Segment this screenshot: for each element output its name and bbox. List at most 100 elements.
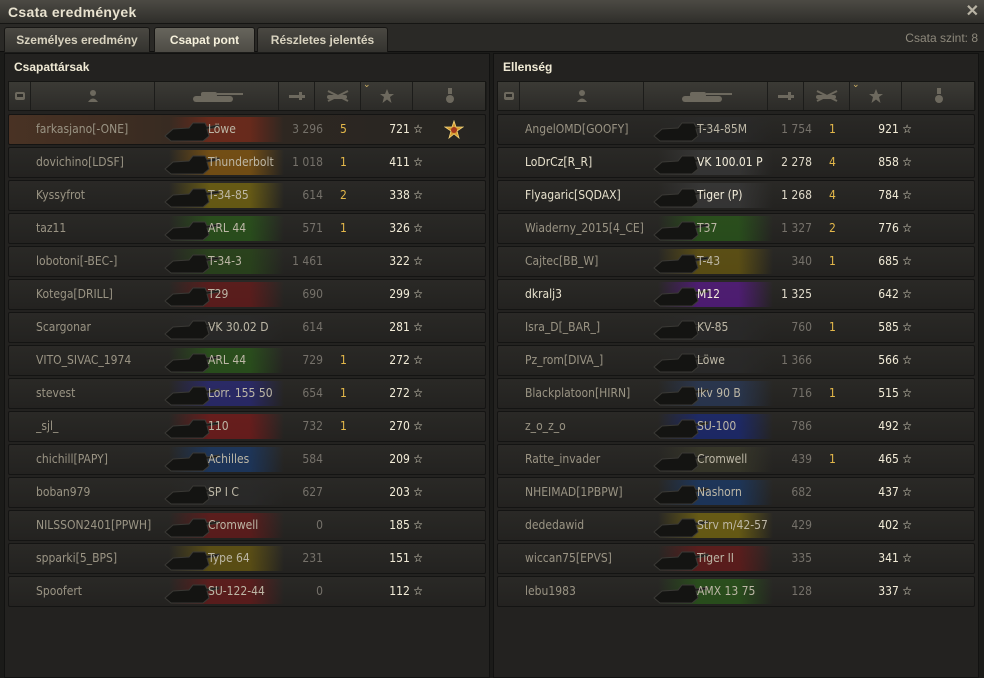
player-row[interactable]: Kotega[DRILL] T29 690 299 ☆	[8, 279, 486, 310]
kills-value	[829, 511, 843, 540]
player-name: farkasjano[-ONE]	[36, 122, 129, 136]
experience-value: 185 ☆	[389, 518, 423, 532]
header-tank[interactable]	[155, 82, 279, 110]
damage-value: 1 018	[292, 155, 323, 169]
player-row[interactable]: NHEIMAD[1PBPW] Nashorn 682 437 ☆	[497, 477, 975, 508]
experience-value: 203 ☆	[389, 485, 423, 499]
medal-icon[interactable]	[443, 119, 465, 140]
kills-value	[829, 577, 843, 606]
player-row[interactable]: NILSSON2401[PPWH] Cromwell 0 185 ☆	[8, 510, 486, 541]
header-kills[interactable]: ⌄	[315, 79, 371, 110]
squad-icon	[14, 90, 26, 102]
experience-value: 492 ☆	[878, 419, 912, 433]
damage-value: 627	[302, 485, 323, 499]
tab-detailed-report[interactable]: Részletes jelentés	[257, 27, 388, 52]
experience-value: 411 ☆	[389, 155, 423, 169]
header-damage[interactable]	[768, 82, 804, 110]
tank-name: Löwe	[208, 122, 236, 136]
player-row[interactable]: Spoofert SU-122-44 0 112 ☆	[8, 576, 486, 607]
tab-team-score[interactable]: Csapat pont	[154, 27, 255, 52]
kills-value: 1	[340, 353, 347, 367]
player-row[interactable]: taz11 ARL 44 571 1 326 ☆	[8, 213, 486, 244]
tank-name: KV-85	[697, 320, 729, 334]
player-row[interactable]: farkasjano[-ONE] Löwe 3 296 5 721 ☆	[8, 114, 486, 145]
player-row[interactable]: Scargonar VK 30.02 D 614 281 ☆	[8, 312, 486, 343]
tank-name: Thunderbolt	[208, 155, 274, 169]
player-row[interactable]: lebu1983 AMX 13 75 128 337 ☆	[497, 576, 975, 607]
kills-icon	[325, 90, 351, 102]
header-experience-star[interactable]	[850, 82, 902, 110]
player-name: dovichino[LDSF]	[36, 155, 124, 169]
experience-value: 776 ☆	[878, 221, 912, 235]
experience-star-icon	[868, 88, 884, 104]
experience-value: 151 ☆	[389, 551, 423, 565]
kills-value	[829, 412, 843, 441]
damage-value: 584	[302, 452, 323, 466]
player-row[interactable]: AngelOMD[GOOFY] T-34-85M 1 754 1 921 ☆	[497, 114, 975, 145]
player-row[interactable]: chichill[PAPY] Achilles 584 209 ☆	[8, 444, 486, 475]
damage-value: 654	[302, 386, 323, 400]
damage-value: 682	[791, 485, 812, 499]
kills-value	[340, 577, 354, 606]
player-row[interactable]: spparki[5_BPS] Type 64 231 151 ☆	[8, 543, 486, 574]
damage-value: 571	[302, 221, 323, 235]
close-icon[interactable]: ✕	[966, 1, 979, 21]
window-title: Csata eredmények	[8, 4, 137, 20]
player-row[interactable]: stevest Lorr. 155 50 654 1 272 ☆	[8, 378, 486, 409]
player-row[interactable]: boban979 SP I C 627 203 ☆	[8, 477, 486, 508]
header-kills[interactable]: ⌄	[804, 79, 860, 110]
player-row[interactable]: VITO_SIVAC_1974 ARL 44 729 1 272 ☆	[8, 345, 486, 376]
player-row[interactable]: Isra_D[_BAR_] KV-85 760 1 585 ☆	[497, 312, 975, 343]
player-row[interactable]: Pz_rom[DIVA_] Löwe 1 366 566 ☆	[497, 345, 975, 376]
tab-personal-results[interactable]: Személyes eredmény	[4, 27, 150, 52]
header-squad[interactable]	[9, 82, 31, 110]
tank-name: Cromwell	[208, 518, 259, 532]
player-row[interactable]: Wiaderny_2015[4_CE] T37 1 327 2 776 ☆	[497, 213, 975, 244]
damage-icon	[776, 90, 796, 102]
header-squad[interactable]	[498, 82, 520, 110]
player-row[interactable]: Ratte_invader Cromwell 439 1 465 ☆	[497, 444, 975, 475]
player-row[interactable]: dovichino[LDSF] Thunderbolt 1 018 1 411 ☆	[8, 147, 486, 178]
player-name: Blackplatoon[HIRN]	[525, 386, 631, 400]
player-row[interactable]: Cajtec[BB_W] T-43 340 1 685 ☆	[497, 246, 975, 277]
tank-name: T-43	[697, 254, 721, 268]
player-name: Wiaderny_2015[4_CE]	[525, 221, 644, 235]
player-name: Pz_rom[DIVA_]	[525, 353, 604, 367]
enemies-panel: Ellenség ⌄ AngelOMD[GOOFY] T-34-85M 1 754 1 9…	[493, 53, 979, 678]
tank-name: Lorr. 155 50	[208, 386, 273, 400]
kills-value: 1	[829, 254, 836, 268]
kills-value: 1	[340, 155, 347, 169]
damage-value: 1 327	[781, 221, 812, 235]
header-medal-column[interactable]	[902, 82, 976, 110]
header-player[interactable]	[31, 82, 155, 110]
header-tank[interactable]	[644, 82, 768, 110]
tank-name: ARL 44	[208, 353, 247, 367]
header-medal-column[interactable]	[413, 82, 487, 110]
damage-value: 614	[302, 320, 323, 334]
player-name: Scargonar	[36, 320, 91, 334]
player-row[interactable]: Blackplatoon[HIRN] Ikv 90 B 716 1 515 ☆	[497, 378, 975, 409]
player-row[interactable]: lobotoni[-BEC-] T-34-3 1 461 322 ☆	[8, 246, 486, 277]
experience-value: 326 ☆	[389, 221, 423, 235]
header-experience-star[interactable]	[361, 82, 413, 110]
kills-value	[340, 445, 354, 474]
experience-value: 721 ☆	[389, 122, 423, 136]
player-row[interactable]: _sjl_ 110 732 1 270 ☆	[8, 411, 486, 442]
player-row[interactable]: wiccan75[EPVS] Tiger II 335 341 ☆	[497, 543, 975, 574]
player-row[interactable]: Flyagaric[SQDAX] Tiger (P) 1 268 4 784 ☆	[497, 180, 975, 211]
kills-value: 5	[340, 122, 347, 136]
damage-value: 1 461	[292, 254, 323, 268]
header-player[interactable]	[520, 82, 644, 110]
damage-value: 3 296	[292, 122, 323, 136]
kills-value: 1	[340, 419, 347, 433]
enemies-title: Ellenség	[503, 60, 553, 74]
header-damage[interactable]	[279, 82, 315, 110]
player-row[interactable]: Kyssyfrot T-34-85 614 2 338 ☆	[8, 180, 486, 211]
player-row[interactable]: dededawid Strv m/42-57 429 402 ☆	[497, 510, 975, 541]
player-row[interactable]: z_o_z_o SU-100 786 492 ☆	[497, 411, 975, 442]
player-row[interactable]: dkralj3 M12 1 325 642 ☆	[497, 279, 975, 310]
player-row[interactable]: LoDrCz[R_R] VK 100.01 P 2 278 4 858 ☆	[497, 147, 975, 178]
allies-title: Csapattársak	[14, 60, 90, 74]
kills-value: 1	[829, 452, 836, 466]
tank-name: T37	[697, 221, 718, 235]
